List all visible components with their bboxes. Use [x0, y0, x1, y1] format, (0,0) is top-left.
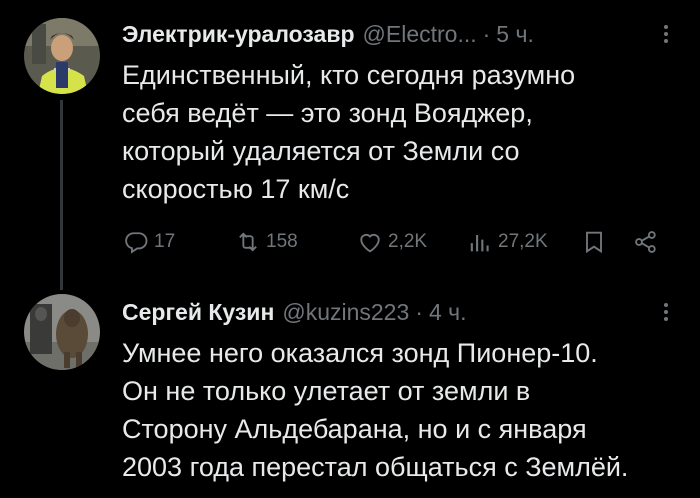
tweet-header: Сергей Кузин @kuzins223 · 4 ч. [122, 294, 676, 330]
tweet-actions: 17 158 2,2K 27,2K [122, 224, 676, 260]
tweet-1[interactable]: Электрик-уралозавр @Electro... · 5 ч. Ед… [0, 0, 700, 290]
author-handle[interactable]: @kuzins223 [282, 299, 409, 326]
more-vertical-icon[interactable] [664, 300, 668, 324]
separator-dot: · [482, 20, 491, 47]
tweet-content: Сергей Кузин @kuzins223 · 4 ч. Умнее нег… [122, 294, 676, 486]
avatar-image [24, 294, 100, 370]
tweet-text: Умнее него оказался зонд Пионер-10. Он н… [122, 338, 629, 482]
author-name[interactable]: Сергей Кузин [122, 299, 274, 326]
like-button[interactable]: 2,2K [356, 228, 427, 256]
heart-icon [360, 233, 380, 253]
share-icon [635, 231, 656, 253]
avatar-kuzin[interactable] [24, 294, 100, 370]
tweet-text: Единственный, кто сегодня разумно себя в… [122, 60, 576, 204]
author-handle[interactable]: @Electro... [363, 21, 477, 48]
retweet-button[interactable]: 158 [234, 228, 298, 256]
retweet-count: 158 [266, 231, 298, 252]
bookmark-button[interactable] [580, 228, 612, 256]
tweet-2[interactable]: Сергей Кузин @kuzins223 · 4 ч. Умнее нег… [0, 280, 700, 498]
separator-dot: · [415, 298, 423, 325]
reply-button[interactable]: 17 [122, 228, 175, 256]
like-count: 2,2K [388, 231, 428, 252]
reply-count: 17 [154, 231, 176, 252]
views-button[interactable]: 27,2K [466, 228, 548, 256]
retweet-icon [239, 232, 257, 252]
views-icon [470, 235, 489, 252]
bookmark-icon [586, 231, 602, 254]
thread-connector-line [60, 100, 63, 290]
tweet-header: Электрик-уралозавр @Electro... · 5 ч. [122, 16, 676, 52]
more-vertical-icon[interactable] [664, 22, 668, 46]
avatar-electrician[interactable] [24, 18, 100, 94]
share-button[interactable] [632, 228, 664, 256]
reply-icon [125, 232, 148, 254]
tweet-content: Электрик-уралозавр @Electro... · 5 ч. Ед… [122, 16, 676, 254]
avatar-image [24, 18, 100, 94]
views-count: 27,2K [498, 231, 548, 252]
author-name[interactable]: Электрик-уралозавр [122, 21, 355, 48]
tweet-time[interactable]: 4 ч. [429, 299, 467, 326]
tweet-time[interactable]: 5 ч. [496, 21, 534, 48]
